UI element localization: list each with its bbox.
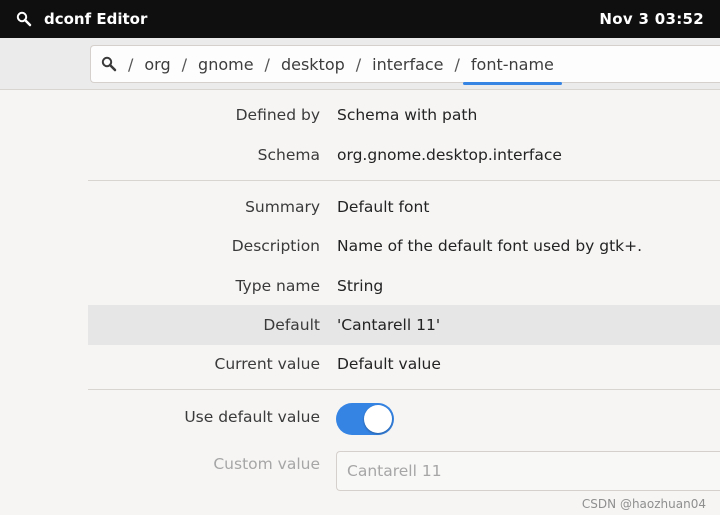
- app-menu[interactable]: dconf Editor: [14, 9, 147, 29]
- divider: [88, 180, 720, 181]
- crumb-desktop[interactable]: desktop: [279, 55, 347, 74]
- path-separator: /: [355, 54, 362, 74]
- use-default-toggle[interactable]: [336, 403, 394, 435]
- defined-by-row: Defined by Schema with path: [88, 95, 720, 135]
- crumb-org[interactable]: org: [142, 55, 172, 74]
- description-label: Description: [231, 237, 320, 255]
- schema-value: org.gnome.desktop.interface: [337, 146, 562, 164]
- description-value: Name of the default font used by gtk+.: [337, 237, 643, 255]
- dconf-app-icon: [14, 9, 34, 29]
- type-name-value: String: [337, 277, 384, 295]
- divider: [88, 389, 720, 390]
- default-value: 'Cantarell 11': [337, 316, 441, 334]
- summary-row: Summary Default font: [88, 187, 720, 227]
- path-bar: / org / gnome / desktop / interface / fo…: [90, 45, 720, 85]
- current-value-value: Default value: [337, 355, 441, 373]
- default-label: Default: [263, 316, 320, 334]
- use-default-row: Use default value: [88, 397, 720, 437]
- watermark: CSDN @haozhuan04: [581, 497, 706, 511]
- summary-label: Summary: [245, 198, 320, 216]
- custom-value-label: Custom value: [213, 455, 320, 473]
- type-name-row: Type name String: [88, 266, 720, 306]
- use-default-label: Use default value: [184, 408, 320, 426]
- custom-value-text: Cantarell 11: [347, 462, 442, 480]
- crumb-gnome[interactable]: gnome: [196, 55, 256, 74]
- crumb-interface[interactable]: interface: [370, 55, 445, 74]
- defined-by-label: Defined by: [235, 106, 320, 124]
- header-bar: / org / gnome / desktop / interface / fo…: [0, 38, 720, 90]
- top-bar: dconf Editor Nov 3 03:52: [0, 0, 720, 38]
- schema-row: Schema org.gnome.desktop.interface: [88, 135, 720, 175]
- description-row: Description Name of the default font use…: [88, 226, 720, 266]
- path-separator: /: [264, 54, 270, 74]
- path-separator: /: [454, 54, 460, 74]
- crumb-font-name[interactable]: font-name: [462, 55, 562, 85]
- current-value-row: Current value Default value: [88, 344, 720, 384]
- summary-value: Default font: [337, 198, 430, 216]
- schema-label: Schema: [257, 146, 320, 164]
- key-details: Defined by Schema with path Schema org.g…: [88, 91, 720, 515]
- path-separator: /: [128, 54, 134, 74]
- default-row: Default 'Cantarell 11': [88, 305, 720, 345]
- app-name: dconf Editor: [44, 10, 148, 28]
- custom-value-field[interactable]: Cantarell 11: [336, 451, 720, 491]
- search-icon[interactable]: [99, 54, 119, 74]
- path-separator: /: [181, 54, 188, 74]
- toggle-knob: [364, 405, 392, 433]
- current-value-label: Current value: [214, 355, 320, 373]
- clock[interactable]: Nov 3 03:52: [599, 10, 704, 28]
- type-name-label: Type name: [235, 277, 321, 295]
- defined-by-value: Schema with path: [337, 106, 478, 124]
